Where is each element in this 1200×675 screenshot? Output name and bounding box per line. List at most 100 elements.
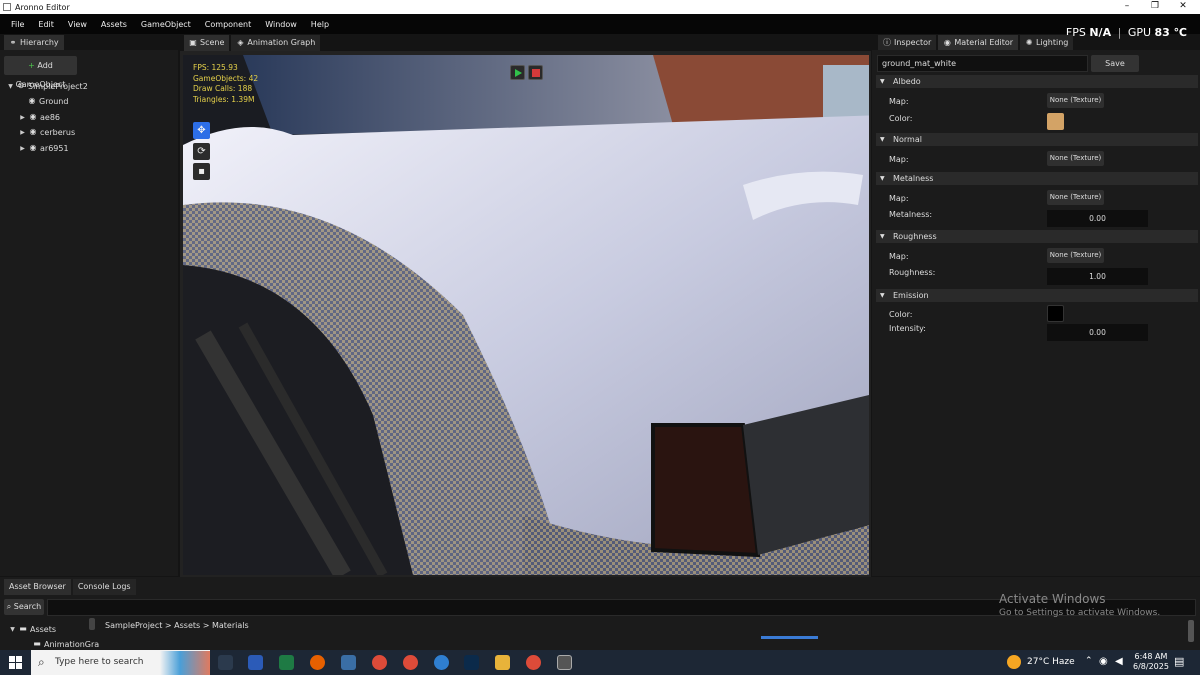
clock-date: 6/8/2025 [1133, 662, 1169, 671]
notification-icon[interactable]: ▤ [1174, 655, 1184, 668]
title-bar: Aronno Editor – ❐ ✕ [0, 0, 1200, 14]
emission-color-swatch[interactable] [1047, 305, 1064, 322]
chrome-icon[interactable] [372, 655, 387, 670]
speaker-icon[interactable]: ◀ [1115, 656, 1123, 667]
tab-scene-label: Scene [200, 38, 225, 47]
metalness-map-slot[interactable]: None (Texture) [1047, 190, 1104, 205]
scene-viewport[interactable] [183, 55, 869, 575]
tree-item-label: cerberus [40, 127, 76, 137]
tree-item-simpleproject2[interactable]: ▼ ⚙ SimpleProject2 [7, 80, 88, 92]
window-title: Aronno Editor [15, 2, 70, 12]
tree-item-cerberus[interactable]: ▶ ◉ cerberus [19, 126, 75, 138]
scale-tool-icon[interactable]: ▪ [193, 163, 210, 180]
tab-inspector[interactable]: ⓘ Inspector [878, 35, 937, 51]
file-explorer-icon[interactable] [495, 655, 510, 670]
menu-gameobject[interactable]: GameObject [134, 20, 198, 29]
save-button[interactable]: Save [1091, 55, 1139, 72]
add-gameobject-button[interactable]: + Add GameObject [4, 56, 77, 89]
bottom-tabbar: Asset Browser Console Logs [4, 579, 138, 595]
roughness-map-label: Map: [889, 252, 909, 261]
asset-tree-assets[interactable]: ▼ ▬ Assets [9, 623, 56, 635]
collapse-arrow-icon[interactable]: ▶ [19, 114, 26, 121]
asset-tree-label: AnimationGra [44, 639, 100, 649]
tree-item-ground[interactable]: ◉ Ground [28, 95, 69, 107]
tab-asset-browser[interactable]: Asset Browser [4, 579, 71, 595]
metalness-map-label: Map: [889, 194, 909, 203]
app-icon[interactable] [341, 655, 356, 670]
expand-arrow-icon[interactable]: ▼ [9, 626, 16, 633]
collapse-arrow-icon[interactable]: ▶ [19, 145, 26, 152]
tab-hierarchy[interactable]: ⚭ Hierarchy [4, 35, 64, 51]
aronno-editor-icon[interactable] [557, 655, 572, 670]
search-icon: ⌕ [38, 655, 45, 669]
record-icon[interactable]: ◉ [1099, 656, 1108, 667]
asset-item-selected[interactable] [761, 636, 818, 639]
tree-item-label: Ground [39, 96, 69, 106]
tab-console-logs[interactable]: Console Logs [72, 579, 136, 595]
emission-intensity-input[interactable]: 0.00 [1047, 324, 1148, 341]
minimize-button[interactable]: – [1114, 0, 1140, 14]
restore-button[interactable]: ❐ [1142, 0, 1168, 14]
section-normal[interactable]: Normal [876, 133, 1198, 146]
close-button[interactable]: ✕ [1170, 0, 1196, 14]
section-albedo[interactable]: Albedo [876, 75, 1198, 88]
search-button[interactable]: ⌕ Search [4, 599, 44, 615]
section-metalness[interactable]: Metalness [876, 172, 1198, 185]
roughness-input[interactable]: 1.00 [1047, 268, 1148, 285]
asset-tree-label: Assets [30, 624, 57, 634]
collapse-arrow-icon[interactable]: ▶ [19, 129, 26, 136]
tree-item-label: ar6951 [40, 143, 69, 153]
tab-animation-graph[interactable]: ◈ Animation Graph [231, 35, 321, 51]
chrome-icon[interactable] [526, 655, 541, 670]
chevron-up-icon[interactable]: ⌃ [1085, 656, 1093, 666]
chrome-icon[interactable] [403, 655, 418, 670]
cube-icon: ◉ [29, 127, 37, 136]
search-label: Search [13, 602, 42, 611]
photoshop-icon[interactable] [464, 655, 479, 670]
material-name-input[interactable]: ground_mat_white [877, 55, 1088, 72]
firefox-icon[interactable] [310, 655, 325, 670]
normal-map-label: Map: [889, 155, 909, 164]
tab-lighting[interactable]: ✺ Lighting [1020, 35, 1074, 51]
metalness-input[interactable]: 0.00 [1047, 210, 1148, 227]
menu-view[interactable]: View [61, 20, 94, 29]
normal-map-slot[interactable]: None (Texture) [1047, 151, 1104, 166]
expand-arrow-icon[interactable]: ▼ [7, 83, 14, 90]
menu-window[interactable]: Window [258, 20, 304, 29]
tree-item-ae86[interactable]: ▶ ◉ ae86 [19, 111, 60, 123]
windows-start-icon[interactable] [9, 656, 22, 669]
weather-text[interactable]: 27°C Haze [1027, 657, 1075, 667]
clock[interactable]: 6:48 AM 6/8/2025 [1133, 652, 1169, 672]
menu-help[interactable]: Help [304, 20, 336, 29]
asset-tree-animationgraph[interactable]: ▬ AnimationGra [33, 638, 99, 650]
word-icon[interactable] [248, 655, 263, 670]
section-roughness[interactable]: Roughness [876, 230, 1198, 243]
roughness-map-slot[interactable]: None (Texture) [1047, 248, 1104, 263]
albedo-color-swatch[interactable] [1047, 113, 1064, 130]
menu-component[interactable]: Component [198, 20, 258, 29]
tree-scrollbar[interactable] [89, 618, 95, 630]
menu-edit[interactable]: Edit [31, 20, 61, 29]
section-emission[interactable]: Emission [876, 289, 1198, 302]
rotate-tool-icon[interactable]: ⟳ [193, 143, 210, 160]
albedo-map-slot[interactable]: None (Texture) [1047, 93, 1104, 108]
move-tool-icon[interactable]: ✥ [193, 122, 210, 139]
cube-icon: ◉ [29, 112, 37, 121]
menu-file[interactable]: File [0, 20, 31, 29]
menu-assets[interactable]: Assets [94, 20, 134, 29]
task-view-icon[interactable] [218, 655, 233, 670]
excel-icon[interactable] [279, 655, 294, 670]
browser-icon[interactable] [434, 655, 449, 670]
play-button[interactable] [510, 65, 525, 80]
asset-scrollbar[interactable] [1188, 620, 1194, 642]
hierarchy-tabbar: ⚭ Hierarchy [4, 35, 66, 51]
stat-gameobjects: GameObjects: 42 [193, 73, 259, 83]
tab-material-editor[interactable]: ◉ Material Editor [938, 35, 1019, 51]
stop-button[interactable] [528, 65, 543, 80]
emission-color-label: Color: [889, 310, 913, 319]
tab-material-editor-label: Material Editor [954, 38, 1014, 47]
car-render [183, 55, 869, 575]
tab-scene[interactable]: ▣ Scene [184, 35, 230, 51]
tab-animation-graph-label: Animation Graph [247, 38, 316, 47]
tree-item-ar6951[interactable]: ▶ ◉ ar6951 [19, 142, 69, 154]
